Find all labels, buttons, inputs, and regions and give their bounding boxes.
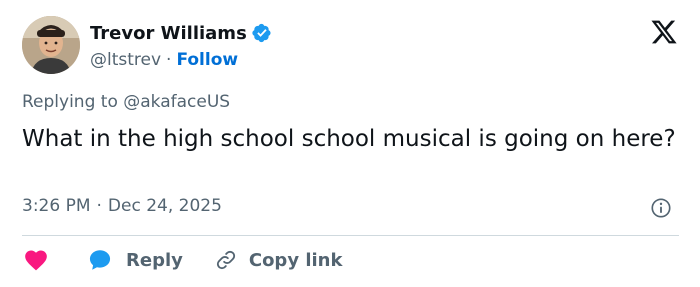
tweet-time[interactable]: 3:26 PM: [22, 196, 91, 216]
tweet-text: What in the high school school musical i…: [22, 126, 676, 152]
link-icon: [215, 249, 237, 271]
replying-to-prefix: Replying to: [22, 92, 124, 112]
author-name-row: Trevor Williams: [90, 19, 272, 47]
follow-button[interactable]: Follow: [176, 50, 238, 70]
tweet-timestamp[interactable]: 3:26 PM · Dec 24, 2025: [22, 196, 222, 216]
author-handle[interactable]: @ltstrev: [90, 50, 161, 70]
action-bar: Reply Copy link: [22, 247, 342, 273]
x-logo-icon[interactable]: [650, 18, 678, 46]
copy-link-label: Copy link: [248, 249, 343, 271]
timestamp-separator: ·: [96, 196, 102, 216]
replying-to-line: Replying to @akafaceUS: [22, 92, 230, 112]
copy-link-button[interactable]: Copy link: [215, 249, 343, 271]
verified-badge-icon: [252, 23, 272, 43]
author-display-name[interactable]: Trevor Williams: [90, 23, 247, 44]
reply-label: Reply: [126, 249, 183, 271]
tweet-date[interactable]: Dec 24, 2025: [108, 196, 222, 216]
handle-separator: ·: [166, 50, 172, 70]
like-button[interactable]: [22, 247, 62, 273]
replying-to-mention[interactable]: @akafaceUS: [123, 92, 230, 112]
reply-bubble-icon: [86, 247, 114, 273]
author-handle-row: @ltstrev · Follow: [90, 47, 238, 73]
reply-button[interactable]: Reply: [86, 247, 183, 273]
divider: [22, 235, 679, 236]
info-icon[interactable]: [650, 197, 672, 219]
avatar[interactable]: [22, 16, 80, 74]
heart-icon: [22, 247, 50, 273]
tweet-embed-card: Trevor Williams @ltstrev · Follow Replyi…: [0, 0, 700, 287]
